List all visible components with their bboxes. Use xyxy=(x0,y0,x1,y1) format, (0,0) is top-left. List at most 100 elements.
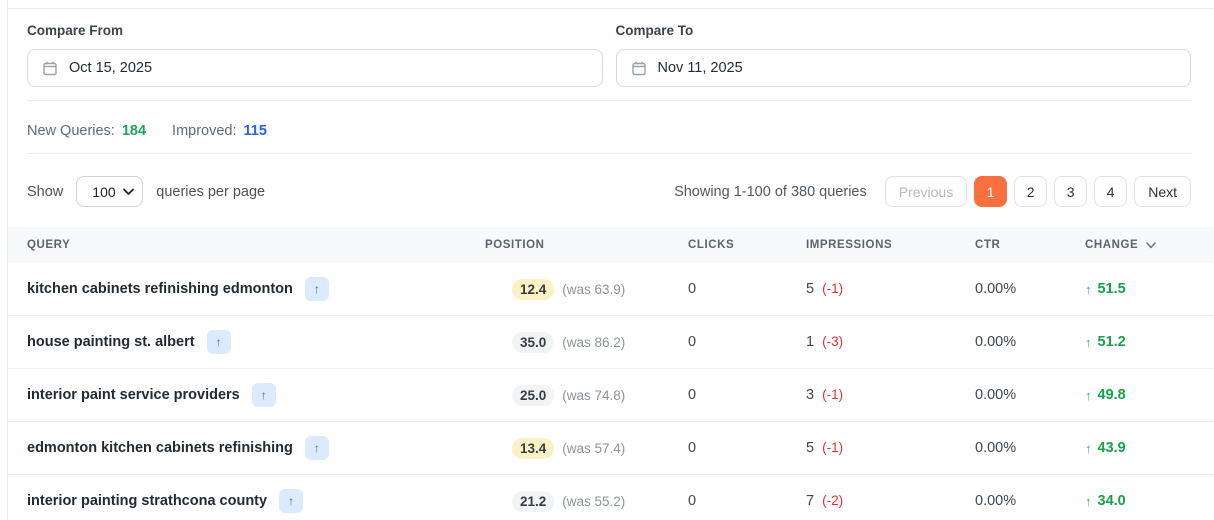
new-queries-label: New Queries: xyxy=(27,122,115,140)
impressions-delta: (-1) xyxy=(822,387,843,402)
new-queries-value: 184 xyxy=(122,122,146,140)
impressions-value: 5 xyxy=(806,281,814,297)
calendar-icon xyxy=(42,60,58,76)
impressions-cell: 3 (-1) xyxy=(806,387,975,403)
page-buttons: 1234 xyxy=(974,176,1127,207)
impressions-value: 5 xyxy=(806,440,814,456)
position-cell: 21.2 (was 55.2) xyxy=(485,491,688,512)
query-cell: interior painting strathcona county ↑ xyxy=(27,489,485,513)
show-label: Show xyxy=(27,184,63,200)
impressions-value: 3 xyxy=(806,387,814,403)
table-header: Query Position Clicks Impressions CTR Ch… xyxy=(8,227,1214,263)
table-row: interior paint service providers ↑ 25.0 … xyxy=(8,369,1214,422)
improved-up-arrow-badge: ↑ xyxy=(207,330,231,354)
ctr-cell: 0.00% xyxy=(975,281,1085,297)
next-page-button[interactable]: Next xyxy=(1134,176,1191,207)
position-pill: 35.0 xyxy=(512,332,554,353)
column-header-position: Position xyxy=(485,239,688,251)
change-value: 51.5 xyxy=(1098,281,1126,297)
page-button-2[interactable]: 2 xyxy=(1014,176,1047,207)
impressions-delta: (-3) xyxy=(822,334,843,349)
position-cell: 35.0 (was 86.2) xyxy=(485,332,688,353)
table-body: kitchen cabinets refinishing edmonton ↑ … xyxy=(8,263,1214,520)
previous-position-text: (was 63.9) xyxy=(562,282,625,297)
impressions-delta: (-1) xyxy=(822,440,843,455)
compare-date-section: Compare From Oct 15, 2025 Compare To xyxy=(8,0,1214,87)
column-header-clicks: Clicks xyxy=(688,239,806,251)
improved-up-arrow-badge: ↑ xyxy=(279,489,303,513)
change-cell: ↑ 34.0 xyxy=(1085,493,1190,509)
impressions-cell: 5 (-1) xyxy=(806,440,975,456)
impressions-delta: (-1) xyxy=(822,281,843,296)
improved-value: 115 xyxy=(244,122,267,140)
previous-position-text: (was 57.4) xyxy=(562,441,625,456)
compare-to-label: Compare To xyxy=(616,22,1192,39)
change-up-arrow-icon: ↑ xyxy=(1085,335,1092,350)
clicks-cell: 0 xyxy=(688,440,806,456)
previous-position-text: (was 86.2) xyxy=(562,335,625,350)
change-value: 51.2 xyxy=(1098,334,1126,350)
ctr-cell: 0.00% xyxy=(975,334,1085,350)
page-button-1[interactable]: 1 xyxy=(974,176,1007,207)
position-cell: 12.4 (was 63.9) xyxy=(485,279,688,300)
ctr-cell: 0.00% xyxy=(975,387,1085,403)
page-button-3[interactable]: 3 xyxy=(1054,176,1087,207)
change-up-arrow-icon: ↑ xyxy=(1085,441,1092,456)
compare-to-input[interactable]: Nov 11, 2025 xyxy=(616,49,1192,87)
change-cell: ↑ 43.9 xyxy=(1085,440,1190,456)
pagination: Showing 1-100 of 380 queries Previous 12… xyxy=(674,176,1191,207)
query-text: interior paint service providers xyxy=(27,387,240,403)
position-cell: 13.4 (was 57.4) xyxy=(485,438,688,459)
improved-up-arrow-badge: ↑ xyxy=(305,436,329,460)
improved-up-arrow-badge: ↑ xyxy=(252,383,276,407)
table-row: interior painting strathcona county ↑ 21… xyxy=(8,475,1214,520)
page-button-4[interactable]: 4 xyxy=(1094,176,1127,207)
column-header-change[interactable]: Change xyxy=(1085,239,1190,251)
clicks-cell: 0 xyxy=(688,334,806,350)
query-cell: kitchen cabinets refinishing edmonton ↑ xyxy=(27,277,485,301)
query-comparison-panel: Compare From Oct 15, 2025 Compare To xyxy=(8,0,1214,520)
impressions-value: 1 xyxy=(806,334,814,350)
per-page-suffix: queries per page xyxy=(156,184,265,200)
table-row: house painting st. albert ↑ 35.0 (was 86… xyxy=(8,316,1214,369)
table-controls: Show 100 queries per page Showing 1-100 … xyxy=(8,154,1214,227)
compare-from-label: Compare From xyxy=(27,22,603,39)
change-up-arrow-icon: ↑ xyxy=(1085,282,1092,297)
position-pill: 13.4 xyxy=(512,438,554,459)
query-text: kitchen cabinets refinishing edmonton xyxy=(27,281,293,297)
change-up-arrow-icon: ↑ xyxy=(1085,494,1092,509)
query-text: house painting st. albert xyxy=(27,334,195,350)
position-cell: 25.0 (was 74.8) xyxy=(485,385,688,406)
stats-bar: New Queries: 184 Improved: 115 xyxy=(8,101,1214,140)
pager: Previous 1234 Next xyxy=(885,176,1191,207)
change-value: 34.0 xyxy=(1098,493,1126,509)
query-text: edmonton kitchen cabinets refinishing xyxy=(27,440,293,456)
ctr-cell: 0.00% xyxy=(975,440,1085,456)
change-value: 43.9 xyxy=(1098,440,1126,456)
change-cell: ↑ 51.5 xyxy=(1085,281,1190,297)
impressions-cell: 7(-2) xyxy=(806,493,975,509)
previous-position-text: (was 74.8) xyxy=(562,388,625,403)
sort-descending-icon xyxy=(1146,242,1156,249)
column-header-impressions: Impressions xyxy=(806,239,975,251)
previous-page-button[interactable]: Previous xyxy=(885,176,967,207)
improved-up-arrow-badge: ↑ xyxy=(305,277,329,301)
showing-text: Showing 1-100 of 380 queries xyxy=(674,184,867,200)
position-pill: 21.2 xyxy=(512,491,554,512)
column-header-change-label: Change xyxy=(1085,239,1138,251)
table-row: kitchen cabinets refinishing edmonton ↑ … xyxy=(8,263,1214,316)
change-cell: ↑ 51.2 xyxy=(1085,334,1190,350)
compare-from-input[interactable]: Oct 15, 2025 xyxy=(27,49,603,87)
column-header-query: Query xyxy=(27,239,485,251)
column-header-ctr: CTR xyxy=(975,239,1085,251)
query-cell: house painting st. albert ↑ xyxy=(27,330,485,354)
compare-to-value: Nov 11, 2025 xyxy=(658,60,743,76)
calendar-icon xyxy=(631,60,647,76)
improved-label: Improved: xyxy=(172,122,236,140)
table-row: edmonton kitchen cabinets refinishing ↑ … xyxy=(8,422,1214,475)
per-page-select[interactable]: 100 xyxy=(76,176,143,207)
per-page-control: Show 100 queries per page xyxy=(27,176,265,207)
position-pill: 12.4 xyxy=(512,279,554,300)
compare-from-value: Oct 15, 2025 xyxy=(69,60,152,76)
query-cell: edmonton kitchen cabinets refinishing ↑ xyxy=(27,436,485,460)
